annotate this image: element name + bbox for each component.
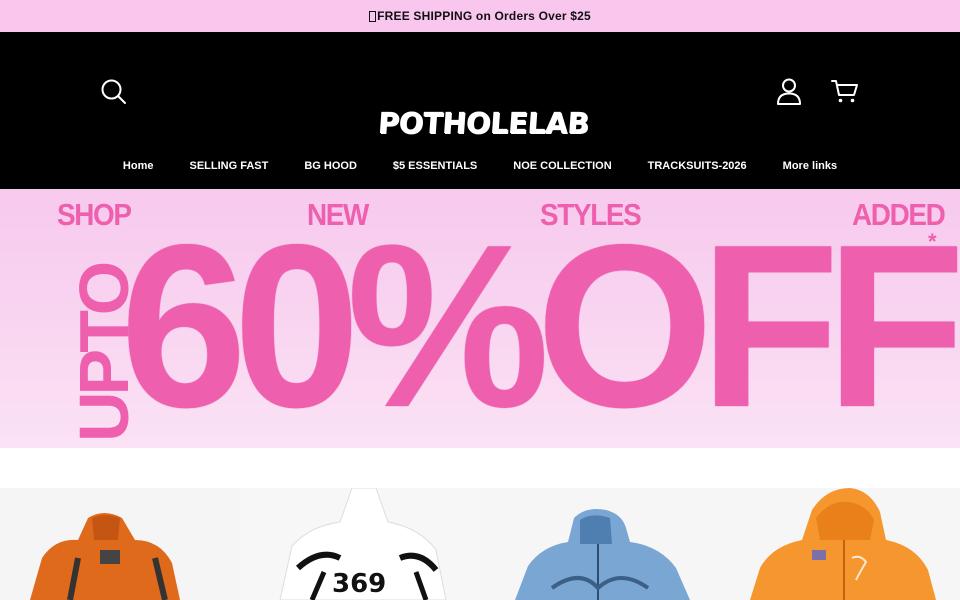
nav-item-selling-fast[interactable]: SELLING FAST xyxy=(189,156,268,176)
logo-text: POTHOLELAB xyxy=(376,106,590,140)
user-icon xyxy=(777,78,801,105)
missing-glyph-icon xyxy=(369,10,377,22)
cart-icon xyxy=(831,80,858,103)
nav-item-bg-hood[interactable]: BG HOOD xyxy=(304,156,357,176)
nav-item-home[interactable]: Home xyxy=(123,156,154,176)
search-button[interactable] xyxy=(99,77,127,105)
main-nav: Home SELLING FAST BG HOOD $5 ESSENTIALS … xyxy=(0,156,960,176)
product-card[interactable] xyxy=(0,488,240,600)
product-card[interactable] xyxy=(480,488,720,600)
hero-banner[interactable]: SHOP NEW STYLES ADDED UPTO 60%OFF * xyxy=(0,189,960,448)
product-card[interactable] xyxy=(720,488,960,600)
nav-item-noe-collection[interactable]: NOE COLLECTION xyxy=(513,156,611,176)
announcement-text: FREE SHIPPING on Orders Over $25 xyxy=(377,9,591,23)
product-card[interactable]: 369 xyxy=(240,488,480,600)
product-image-orange-hoodie xyxy=(0,488,240,600)
product-image-orange-zip-hoodie xyxy=(720,488,960,600)
nav-item-more-links[interactable]: More links xyxy=(783,156,837,176)
nav-item-5-essentials[interactable]: $5 ESSENTIALS xyxy=(393,156,477,176)
product-image-white-graphic-hoodie: 369 xyxy=(240,488,480,600)
cart-button[interactable] xyxy=(831,77,859,105)
site-header: POTHOLELAB Home SELLING FAST BG HOOD $5 … xyxy=(0,32,960,189)
site-logo[interactable]: POTHOLELAB xyxy=(376,104,589,142)
svg-text:369: 369 xyxy=(332,569,386,599)
hero-asterisk: * xyxy=(928,229,937,254)
search-icon xyxy=(101,79,126,104)
account-button[interactable] xyxy=(775,77,803,105)
announcement-bar: FREE SHIPPING on Orders Over $25 xyxy=(0,0,960,32)
hero-headline: 60%OFF xyxy=(120,197,960,448)
nav-item-tracksuits[interactable]: TRACKSUITS-2026 xyxy=(648,156,747,176)
product-grid: 369 xyxy=(0,488,960,600)
product-image-blue-zip-hoodie xyxy=(480,488,720,600)
